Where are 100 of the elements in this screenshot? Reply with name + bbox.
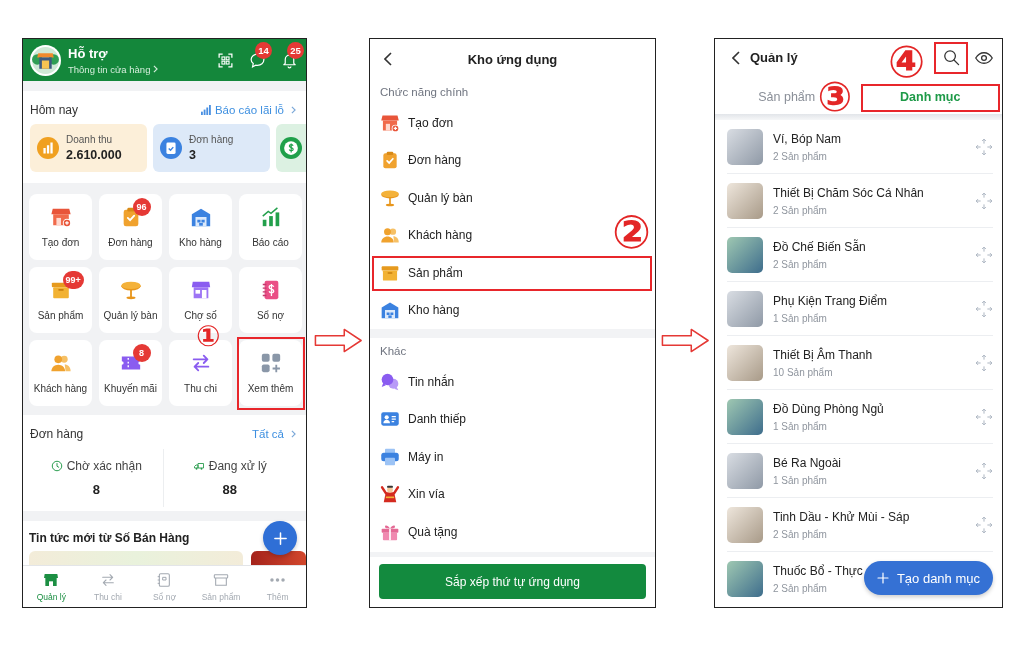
product-count: 2 Sản phẩm [773,583,827,594]
app-list-item[interactable]: Kho hàng [370,291,464,329]
category-name[interactable]: Thiết Bị Chăm Sóc Cá Nhân [773,185,924,200]
category-name[interactable]: Bé Ra Ngoài [773,455,842,470]
back-icon[interactable] [732,50,740,65]
count-badge: 14 [255,41,272,59]
move-arrows-icon[interactable] [975,515,993,534]
plus-icon [876,572,889,584]
move-arrows-icon[interactable] [975,191,993,210]
back-icon[interactable] [384,52,392,66]
sort-apps-button[interactable]: Sắp xếp thứ tự ứng dụng [379,564,646,599]
photo-placeholder [727,452,763,489]
round-table-icon [119,279,142,301]
app-list-item[interactable]: Danh thiếp [370,400,471,438]
store-avatar-icon[interactable] [30,44,61,76]
stat-card[interactable]: Doanh thu 2.610.000 [30,124,147,172]
category-name[interactable]: Đồ Chế Biến Sẵn [773,239,866,254]
app-list-item[interactable]: Đơn hàng [370,141,466,179]
app-tile[interactable]: Xem thêm [239,340,302,406]
photo-placeholder [727,182,763,219]
app-list-item[interactable]: Quà tặng [370,513,462,551]
dollar-coin-icon [280,137,302,159]
printer-icon [380,446,400,467]
transfer-arrows-icon [99,571,116,588]
app-tile[interactable]: Khách hàng [29,340,92,406]
more-icon [270,577,286,582]
people-icon [380,225,400,246]
app-list-item[interactable]: Tạo đơn [370,104,458,142]
store-icon [49,206,72,228]
search-icon[interactable] [942,49,960,66]
photo-placeholder [727,290,763,327]
app-tile[interactable]: Sổ nợ [239,267,302,333]
section-title: Chức năng chính [380,85,469,98]
profit-report-link[interactable]: Báo cáo lãi lỗ [200,104,296,116]
bar-chart-icon [200,105,211,115]
app-tile[interactable]: Kho hàng [169,194,232,260]
stat-label: Đơn hàng [189,134,234,145]
product-count: 2 Sản phẩm [773,204,827,216]
qr-scan-icon[interactable] [217,51,234,69]
chevron-right-icon [153,65,159,73]
product-count: 2 Sản phẩm [773,150,827,162]
app-list-item[interactable]: Tin nhắn [370,363,459,401]
category-name[interactable]: Đồ Dùng Phòng Ngủ [773,401,884,416]
category-name[interactable]: Phụ Kiện Trang Điểm [773,293,888,308]
clipboard-check-icon [380,150,400,171]
move-arrows-icon[interactable] [975,353,993,372]
chat-bubbles-icon [380,371,400,392]
create-category-button[interactable]: Tạo danh mục [863,561,993,595]
photo-placeholder [727,561,763,597]
market-stall-icon [189,279,212,301]
clock-icon [50,460,63,472]
step-number: ④ [888,39,926,84]
warehouse-icon [189,206,212,228]
section-title: Tin tức mới từ Số Bán Hàng [29,530,190,547]
box-icon [213,571,230,588]
app-list-item[interactable]: Khách hàng [370,216,477,254]
cheering-figure-icon [380,484,400,505]
count-badge: 25 [287,41,304,59]
app-list-item[interactable]: Máy in [370,438,448,476]
plus-icon [272,530,288,546]
app-list-item[interactable]: Xin vía [370,475,449,513]
status-label: Chờ xác nhận [66,459,142,473]
store-info-link[interactable]: Thông tin cửa hàng [68,63,159,75]
product-count: 2 Sản phẩm [773,258,827,270]
section-title: Khác [380,344,407,357]
section-title: Hôm nay [30,103,79,117]
status-label: Đang xử lý [208,459,267,473]
stat-label: Doanh thu [66,134,114,145]
move-arrows-icon[interactable] [975,137,993,156]
photo-placeholder [727,128,763,165]
category-name[interactable]: Thiết Bị Âm Thanh [773,347,873,362]
product-count: 1 Sản phẩm [773,420,827,432]
category-name[interactable]: Ví, Bóp Nam [773,131,842,146]
category-name[interactable]: Thuốc Bổ - Thực [773,564,863,578]
nav-tab[interactable]: Quản lý [23,566,80,607]
stat-card[interactable]: Đơn hàng 3 [153,124,270,172]
grid-plus-icon [259,352,282,374]
move-arrows-icon[interactable] [975,299,993,318]
stat-value: 2.610.000 [66,148,122,162]
product-count: 1 Sản phẩm [773,474,827,486]
stat-value: 3 [189,148,197,162]
category-name[interactable]: Tinh Dầu - Khử Mùi - Sáp [773,509,910,524]
clipboard-coin-icon [160,137,182,159]
app-list-item[interactable]: Quản lý bàn [370,179,477,217]
photo-placeholder [727,398,763,435]
store-icon [43,571,60,588]
growth-chart-icon [259,206,282,228]
screen-title: Quản lý [750,50,798,65]
move-arrows-icon[interactable] [975,461,993,480]
stat-card[interactable] [276,124,306,172]
move-arrows-icon[interactable] [975,245,993,264]
eye-icon[interactable] [975,51,993,64]
move-arrows-icon[interactable] [975,407,993,426]
app-tile[interactable]: Tạo đơn [29,194,92,260]
app-tile[interactable]: Báo cáo [239,194,302,260]
app-tile[interactable]: Quản lý bàn [99,267,162,333]
status-count: 8 [92,482,100,497]
photo-placeholder [727,506,763,543]
store-name: Hỗ trợ [68,45,108,61]
app-list-item[interactable]: Sản phẩm [370,254,467,292]
